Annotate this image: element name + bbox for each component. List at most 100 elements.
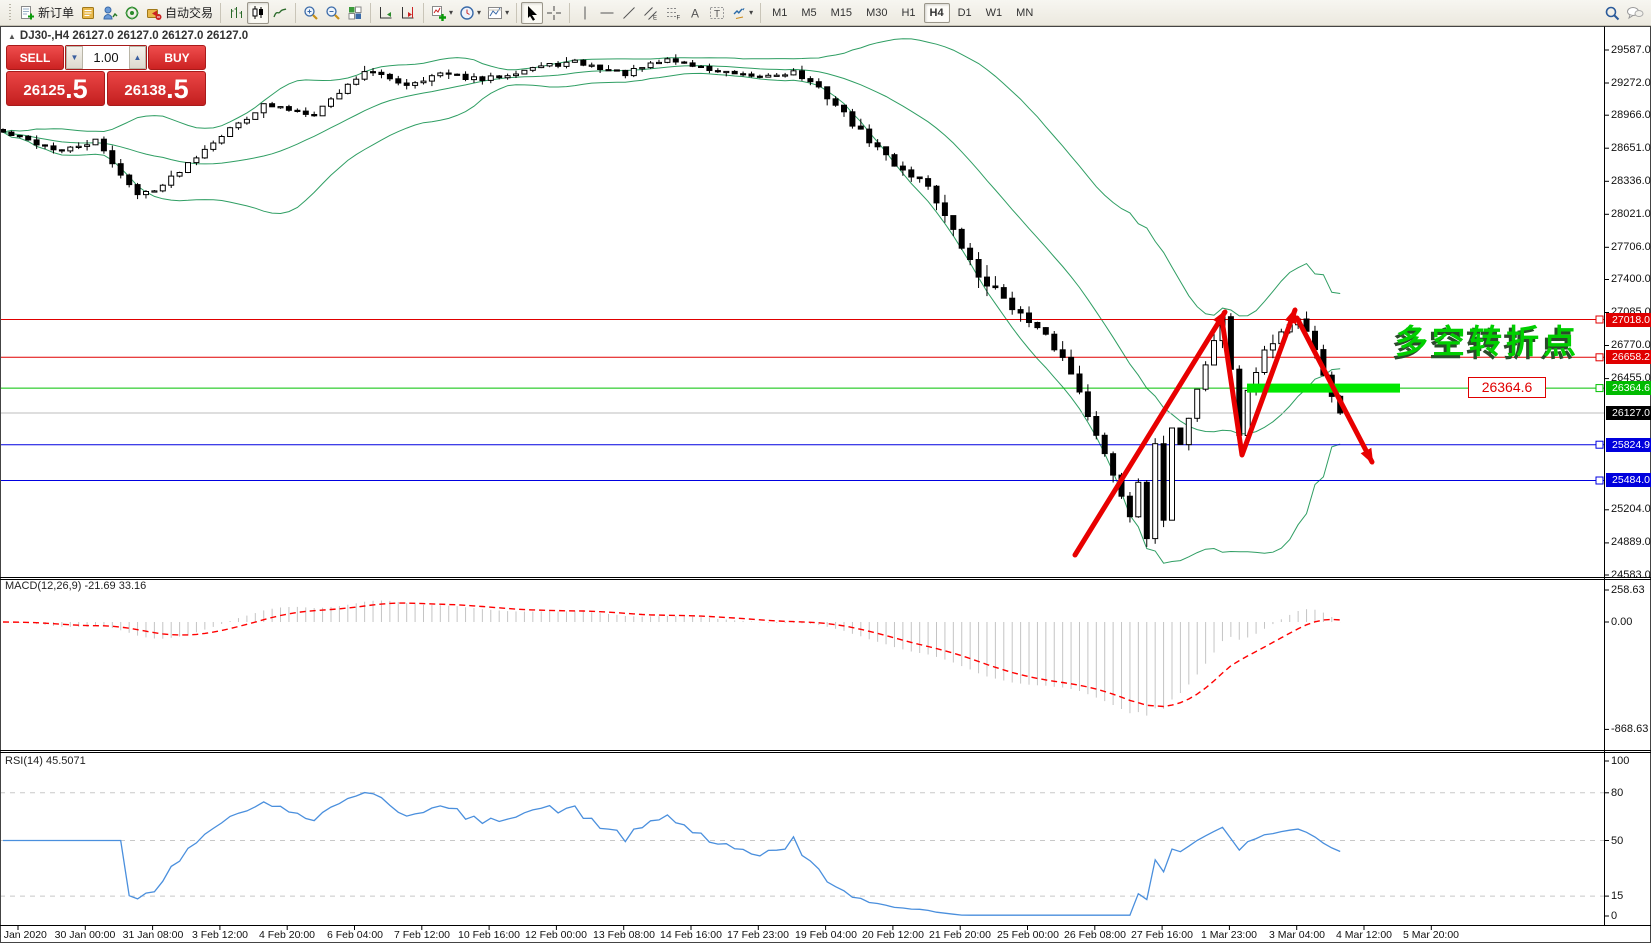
collapse-triangle-icon[interactable]: ▲ <box>8 32 16 41</box>
svg-text:A: A <box>691 6 699 20</box>
toolbar-separator <box>295 3 296 23</box>
toolbar-separator <box>569 3 570 23</box>
time-axis-label: 4 Mar 12:00 <box>1336 929 1392 941</box>
zoom-in-button[interactable] <box>300 2 322 24</box>
auto-scroll-icon <box>378 5 394 21</box>
auto-trading-icon <box>146 5 162 21</box>
zoom-in-icon <box>303 5 319 21</box>
dropdown-caret-icon: ▾ <box>477 8 481 17</box>
periods-clock-icon <box>459 5 475 21</box>
fibonacci-tool[interactable]: F <box>662 2 684 24</box>
price-axis-tick-label: 28651.0 <box>1611 142 1651 154</box>
time-axis-label: 10 Feb 16:00 <box>458 929 520 941</box>
volume-increase-button[interactable]: ▲ <box>129 46 146 69</box>
time-axis-label: 21 Feb 20:00 <box>929 929 991 941</box>
equidistant-channel-icon: E <box>643 5 659 21</box>
bar-chart-button[interactable] <box>225 2 247 24</box>
time-axis-label: 7 Feb 12:00 <box>394 929 450 941</box>
sell-price-fraction: .5 <box>65 76 88 103</box>
rsi-indicator-label: RSI(14) 45.5071 <box>5 755 86 767</box>
macd-axis-label: -868.63 <box>1611 723 1648 735</box>
sell-price[interactable]: 26125.5 <box>6 71 105 106</box>
cursor-button[interactable] <box>521 2 543 24</box>
periods-button[interactable]: ▾ <box>456 2 484 24</box>
volume-decrease-button[interactable]: ▼ <box>66 46 83 69</box>
chat-bubbles-icon <box>1626 5 1644 21</box>
toolbar-separator <box>220 3 221 23</box>
timeframe-h4[interactable]: H4 <box>924 3 950 23</box>
time-axis-label: 3 Mar 04:00 <box>1269 929 1325 941</box>
text-icon: A <box>687 5 703 21</box>
market-watch-button[interactable] <box>77 2 99 24</box>
macd-axis-label: 0.00 <box>1611 616 1632 628</box>
horizontal-line-icon <box>599 5 615 21</box>
search-button[interactable] <box>1601 2 1623 24</box>
line-chart-button[interactable] <box>269 2 291 24</box>
candlestick-chart-button[interactable] <box>247 2 269 24</box>
time-axis-label: 12 Feb 00:00 <box>525 929 587 941</box>
price-annotation-label[interactable]: 26364.6 <box>1468 377 1546 398</box>
horizontal-line-tool[interactable] <box>596 2 618 24</box>
sell-button[interactable]: SELL <box>6 45 64 70</box>
toolbar-separator <box>370 3 371 23</box>
time-axis-label: 17 Feb 23:00 <box>727 929 789 941</box>
time-axis-label: 26 Feb 08:00 <box>1064 929 1126 941</box>
vertical-line-tool[interactable] <box>574 2 596 24</box>
auto-scroll-button[interactable] <box>375 2 397 24</box>
zoom-out-button[interactable] <box>322 2 344 24</box>
sell-price-main: 26125 <box>23 79 65 103</box>
chat-button[interactable] <box>1623 2 1647 24</box>
bar-chart-icon <box>228 5 244 21</box>
dropdown-caret-icon: ▾ <box>749 8 753 17</box>
navigator-button[interactable] <box>121 2 143 24</box>
tile-windows-button[interactable] <box>344 2 366 24</box>
dropdown-caret-icon: ▾ <box>505 8 509 17</box>
volume-value[interactable]: 1.00 <box>83 46 129 69</box>
search-icon <box>1604 5 1620 21</box>
buy-price-main: 26138 <box>124 79 166 103</box>
timeframe-h1[interactable]: H1 <box>895 3 921 23</box>
time-axis-label: 20 Feb 12:00 <box>862 929 924 941</box>
timeframe-toolbar: M1M5M15M30H1H4D1W1MN <box>765 3 1040 23</box>
buy-button[interactable]: BUY <box>148 45 206 70</box>
buy-price[interactable]: 26138.5 <box>107 71 206 106</box>
vertical-line-icon <box>577 5 593 21</box>
timeframe-d1[interactable]: D1 <box>952 3 978 23</box>
indicators-button[interactable]: ▾ <box>428 2 456 24</box>
arrows-tool[interactable]: ▾ <box>728 2 756 24</box>
timeframe-w1[interactable]: W1 <box>980 3 1009 23</box>
navigator-icon <box>124 5 140 21</box>
time-axis-label: 13 Feb 08:00 <box>593 929 655 941</box>
price-annotation-text[interactable]: 多空转折点 <box>1395 315 1580 363</box>
timeframe-mn[interactable]: MN <box>1010 3 1039 23</box>
chart-shift-button[interactable] <box>397 2 419 24</box>
crosshair-icon <box>546 5 562 21</box>
price-axis-tick-label: 28021.0 <box>1611 208 1651 220</box>
market-watch-icon <box>80 5 96 21</box>
fibonacci-icon: F <box>665 5 681 21</box>
new-order-button[interactable]: 新订单 <box>16 2 77 24</box>
trendline-tool[interactable] <box>618 2 640 24</box>
channel-tool[interactable]: E <box>640 2 662 24</box>
text-label-icon: T <box>709 5 725 21</box>
auto-trading-button[interactable]: 自动交易 <box>143 2 216 24</box>
time-axis-label: 3 Feb 12:00 <box>192 929 248 941</box>
price-level-badge: 25824.9 <box>1606 438 1651 452</box>
dropdown-caret-icon: ▾ <box>449 8 453 17</box>
crosshair-button[interactable] <box>543 2 565 24</box>
text-tool[interactable]: A <box>684 2 706 24</box>
price-level-badge: 27018.0 <box>1606 313 1651 327</box>
timeframe-m15[interactable]: M15 <box>825 3 858 23</box>
timeframe-m30[interactable]: M30 <box>860 3 893 23</box>
volume-spinner: ▼ 1.00 ▲ <box>65 45 147 70</box>
timeframe-m1[interactable]: M1 <box>766 3 793 23</box>
svg-text:T: T <box>714 9 720 20</box>
rsi-axis-label: 0 <box>1611 910 1617 922</box>
arrow-shapes-icon <box>731 5 747 21</box>
time-axis-label: 19 Feb 04:00 <box>795 929 857 941</box>
templates-button[interactable]: ▾ <box>484 2 512 24</box>
data-window-button[interactable] <box>99 2 121 24</box>
timeframe-m5[interactable]: M5 <box>795 3 822 23</box>
text-label-tool[interactable]: T <box>706 2 728 24</box>
chart-title: ▲DJ30-,H4 26127.0 26127.0 26127.0 26127.… <box>8 30 248 42</box>
